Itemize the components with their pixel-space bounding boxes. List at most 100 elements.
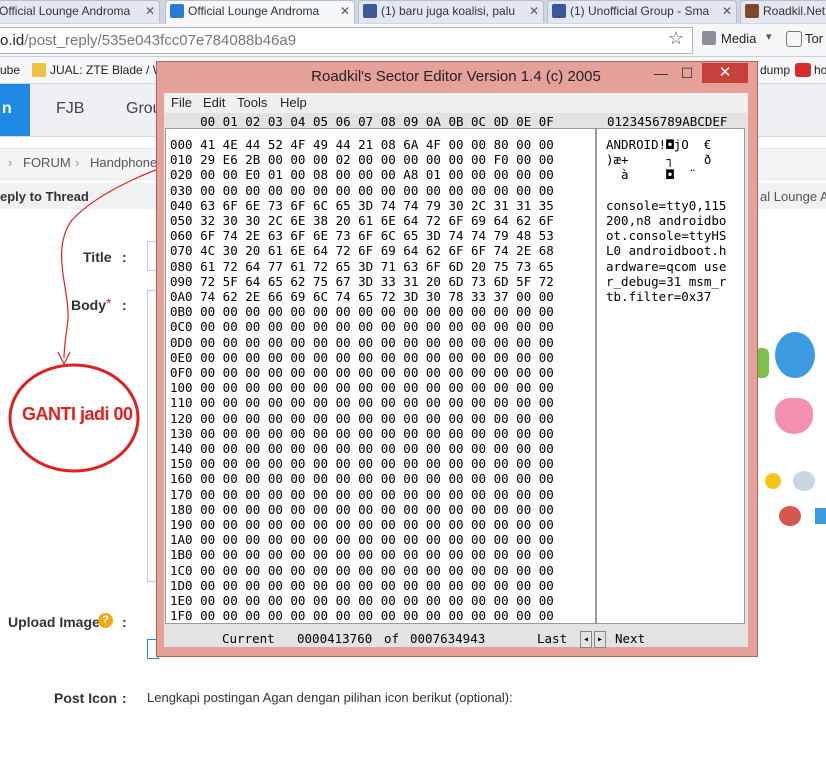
current-label: Current [222, 631, 275, 646]
next-button[interactable]: Next [615, 631, 645, 646]
browser-tab-4[interactable]: (1) Unofficial Group - Sma ✕ [547, 0, 737, 23]
hex-row[interactable]: 0C0 00 00 00 00 00 00 00 00 00 00 00 00 … [170, 319, 554, 334]
ascii-line[interactable]: ANDROID!◘jO € [606, 137, 711, 152]
hex-row[interactable]: 1A0 00 00 00 00 00 00 00 00 00 00 00 00 … [170, 532, 554, 547]
hex-row[interactable]: 120 00 00 00 00 00 00 00 00 00 00 00 00 … [170, 411, 554, 426]
hex-row[interactable]: 040 63 6F 6E 73 6F 6C 65 3D 74 74 79 30 … [170, 198, 554, 213]
ascii-line[interactable]: tb.filter=0x37 [606, 289, 711, 304]
hex-row[interactable]: 140 00 00 00 00 00 00 00 00 00 00 00 00 … [170, 441, 554, 456]
hex-row[interactable]: 1E0 00 00 00 00 00 00 00 00 00 00 00 00 … [170, 593, 554, 608]
bookmark-item[interactable]: JUAL: ZTE Blade / W [50, 57, 164, 83]
nav-item-active[interactable]: n [2, 100, 12, 118]
close-tab-icon[interactable]: ✕ [340, 1, 350, 21]
bookmark-item[interactable]: ho [814, 57, 826, 83]
ascii-line[interactable]: à ◘ ¨ [606, 167, 696, 182]
emoticon-mask-icon[interactable] [793, 471, 815, 491]
media-button[interactable]: Media [721, 31, 756, 46]
sector-status-bar: Current 0000413760 of 0007634943 Last ◂ … [170, 631, 645, 648]
facebook-icon [363, 4, 377, 18]
emoticon-smile-icon[interactable] [765, 473, 781, 489]
hex-row[interactable]: 0E0 00 00 00 00 00 00 00 00 00 00 00 00 … [170, 350, 554, 365]
hex-row[interactable]: 0A0 74 62 2E 66 69 6C 74 65 72 3D 30 78 … [170, 289, 554, 304]
menu-tools[interactable]: Tools [237, 93, 267, 113]
hex-row[interactable]: 070 4C 30 20 61 6E 64 72 6F 69 64 62 6F … [170, 243, 554, 258]
minimize-icon[interactable]: — [650, 64, 672, 82]
hex-column-header: 00 01 02 03 04 05 06 07 08 09 0A 0B 0C 0… [170, 114, 554, 129]
youtube-icon [795, 63, 811, 77]
browser-tab-2[interactable]: Official Lounge Androma ✕ [165, 0, 355, 25]
chevron-down-icon[interactable]: ▾ [766, 30, 772, 43]
bookmark-item[interactable]: dump [760, 57, 790, 83]
hex-row[interactable]: 170 00 00 00 00 00 00 00 00 00 00 00 00 … [170, 487, 554, 502]
ascii-line[interactable]: ardware=qcom use [606, 259, 726, 274]
of-label: of [384, 631, 400, 646]
hex-row[interactable]: 0D0 00 00 00 00 00 00 00 00 00 00 00 00 … [170, 335, 554, 350]
hex-row[interactable]: 100 00 00 00 00 00 00 00 00 00 00 00 00 … [170, 380, 554, 395]
ascii-line[interactable]: ot.console=ttyHS [606, 228, 726, 243]
hex-row[interactable]: 160 00 00 00 00 00 00 00 00 00 00 00 00 … [170, 471, 554, 486]
help-icon[interactable]: ? [98, 613, 113, 628]
hex-row[interactable]: 020 00 00 E0 01 00 08 00 00 00 A8 01 00 … [170, 167, 554, 182]
address-domain: o.id [0, 32, 25, 49]
browser-tab-5[interactable]: Roadkil.Net [740, 0, 826, 23]
hex-row[interactable]: 080 61 72 64 77 61 72 65 3D 71 63 6F 6D … [170, 259, 554, 274]
tor-button[interactable]: Tor [805, 31, 823, 46]
close-window-button[interactable]: ✕ [702, 63, 748, 83]
hex-row[interactable]: 1D0 00 00 00 00 00 00 00 00 00 00 00 00 … [170, 578, 554, 593]
maximize-icon[interactable]: ☐ [676, 64, 698, 82]
hex-row[interactable]: 0F0 00 00 00 00 00 00 00 00 00 00 00 00 … [170, 365, 554, 380]
last-button[interactable]: Last [537, 631, 567, 646]
ascii-line[interactable]: )æ+ ┐ ð [606, 152, 711, 167]
ascii-line[interactable]: r_debug=31 msm_r [606, 274, 726, 289]
hex-row[interactable]: 150 00 00 00 00 00 00 00 00 00 00 00 00 … [170, 456, 554, 471]
hex-row[interactable]: 190 00 00 00 00 00 00 00 00 00 00 00 00 … [170, 517, 554, 532]
ascii-line[interactable]: 200,n8 androidbo [606, 213, 726, 228]
hex-row[interactable]: 130 00 00 00 00 00 00 00 00 00 00 00 00 … [170, 426, 554, 441]
emoticon-heart-icon[interactable] [775, 398, 813, 434]
tab-label: Roadkil.Net [763, 4, 826, 18]
hex-row[interactable]: 050 32 30 30 2C 6E 38 20 61 6E 64 72 6F … [170, 213, 554, 228]
menu-help[interactable]: Help [280, 93, 307, 113]
kaskus-icon [170, 4, 184, 18]
menu-file[interactable]: File [171, 93, 192, 113]
hex-row[interactable]: 090 72 5F 64 65 62 75 67 3D 33 31 20 6D … [170, 274, 554, 289]
hex-row[interactable]: 1F0 00 00 00 00 00 00 00 00 00 00 00 00 … [170, 608, 554, 623]
tab-label: Official Lounge Androma [0, 4, 131, 18]
hex-row[interactable]: 1C0 00 00 00 00 00 00 00 00 00 00 00 00 … [170, 563, 554, 578]
hex-row[interactable]: 060 6F 74 2E 63 6F 6E 73 6F 6C 65 3D 74 … [170, 228, 554, 243]
hex-row[interactable]: 010 29 E6 2B 00 00 00 02 00 00 00 00 00 … [170, 152, 554, 167]
bookmark-star-icon[interactable]: ☆ [668, 28, 684, 49]
close-tab-icon[interactable]: ✕ [722, 1, 732, 21]
close-tab-icon[interactable]: ✕ [145, 1, 155, 21]
hex-row[interactable]: 180 00 00 00 00 00 00 00 00 00 00 00 00 … [170, 502, 554, 517]
download-icon[interactable] [702, 31, 716, 45]
hex-row[interactable]: 030 00 00 00 00 00 00 00 00 00 00 00 00 … [170, 183, 554, 198]
tor-icon [786, 31, 802, 47]
hex-row[interactable]: 0B0 00 00 00 00 00 00 00 00 00 00 00 00 … [170, 304, 554, 319]
address-path: /post_reply/535e043fcc07e784088b46a9 [24, 32, 297, 49]
address-bar[interactable]: o.id/post_reply/535e043fcc07e784088b46a9 [0, 27, 693, 54]
close-tab-icon[interactable]: ✕ [529, 1, 539, 21]
menu-edit[interactable]: Edit [203, 93, 225, 113]
emoticon-blue-icon[interactable] [775, 332, 815, 378]
emoticon-angry-icon[interactable] [779, 506, 801, 526]
hex-row[interactable]: 110 00 00 00 00 00 00 00 00 00 00 00 00 … [170, 395, 554, 410]
ascii-line[interactable]: L0 androidboot.h [606, 243, 726, 258]
current-sector-value: 0000413760 [297, 631, 373, 646]
next-arrow-icon[interactable]: ▸ [594, 631, 607, 648]
hex-row[interactable]: 1B0 00 00 00 00 00 00 00 00 00 00 00 00 … [170, 547, 554, 562]
tab-label: (1) baru juga koalisi, palu [381, 4, 516, 18]
prev-arrow-icon[interactable]: ◂ [580, 631, 593, 648]
emoticon-arrow-icon[interactable] [815, 508, 826, 524]
thread-title: al Lounge An [760, 189, 826, 204]
menu-bar: File Edit Tools Help [164, 93, 748, 113]
browser-toolbar: o.id/post_reply/535e043fcc07e784088b46a9… [0, 24, 826, 57]
nav-item-fjb[interactable]: FJB [56, 100, 84, 118]
hex-row[interactable]: 000 41 4E 44 52 4F 49 44 21 08 6A 4F 00 … [170, 137, 554, 152]
browser-tab-1[interactable]: Official Lounge Androma ✕ [0, 0, 160, 23]
browser-tab-3[interactable]: (1) baru juga koalisi, palu ✕ [358, 0, 544, 23]
bookmark-item[interactable]: ube [0, 57, 20, 83]
upload-image-label: Upload Image [8, 614, 100, 630]
ascii-line[interactable]: console=tty0,115 [606, 198, 726, 213]
roadkil-icon [745, 4, 759, 18]
